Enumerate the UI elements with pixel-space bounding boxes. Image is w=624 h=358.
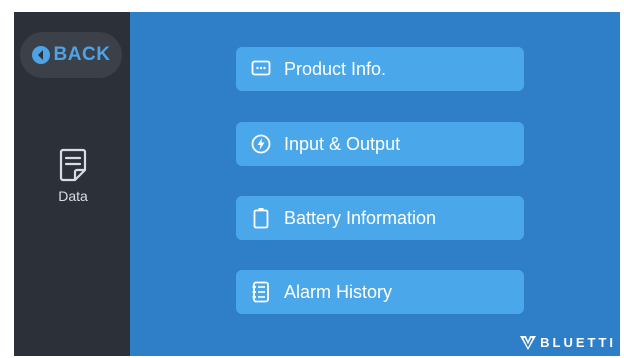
lightning-circle-icon	[250, 133, 272, 155]
sidebar-item-data-label: Data	[58, 188, 88, 204]
bluetti-logo-icon	[520, 335, 537, 350]
bluetti-logo: BLUETTI	[520, 335, 616, 350]
document-icon	[59, 148, 87, 182]
input-output-label: Input & Output	[284, 133, 401, 154]
battery-icon	[250, 207, 272, 229]
sidebar-item-data[interactable]: Data	[40, 148, 106, 204]
alarm-history-label: Alarm History	[284, 281, 393, 302]
info-screen-icon	[250, 58, 272, 80]
back-button-label: BACK	[53, 44, 111, 65]
main-panel: Product Info. Input & Output Battery Inf…	[130, 12, 620, 356]
sidebar: BACK Data	[14, 12, 130, 356]
back-arrow-circle-icon	[31, 46, 50, 64]
product-info-label: Product Info.	[284, 58, 387, 79]
product-info-button[interactable]: Product Info.	[236, 47, 524, 91]
battery-information-label: Battery Information	[284, 207, 437, 228]
bluetti-logo-text: BLUETTI	[540, 335, 616, 350]
list-document-icon	[250, 281, 272, 303]
device-screen: BACK Data Product Info. Input & Output B…	[14, 12, 620, 356]
input-output-button[interactable]: Input & Output	[236, 122, 524, 166]
back-button[interactable]: BACK	[20, 32, 122, 78]
battery-information-button[interactable]: Battery Information	[236, 196, 524, 240]
alarm-history-button[interactable]: Alarm History	[236, 270, 524, 314]
